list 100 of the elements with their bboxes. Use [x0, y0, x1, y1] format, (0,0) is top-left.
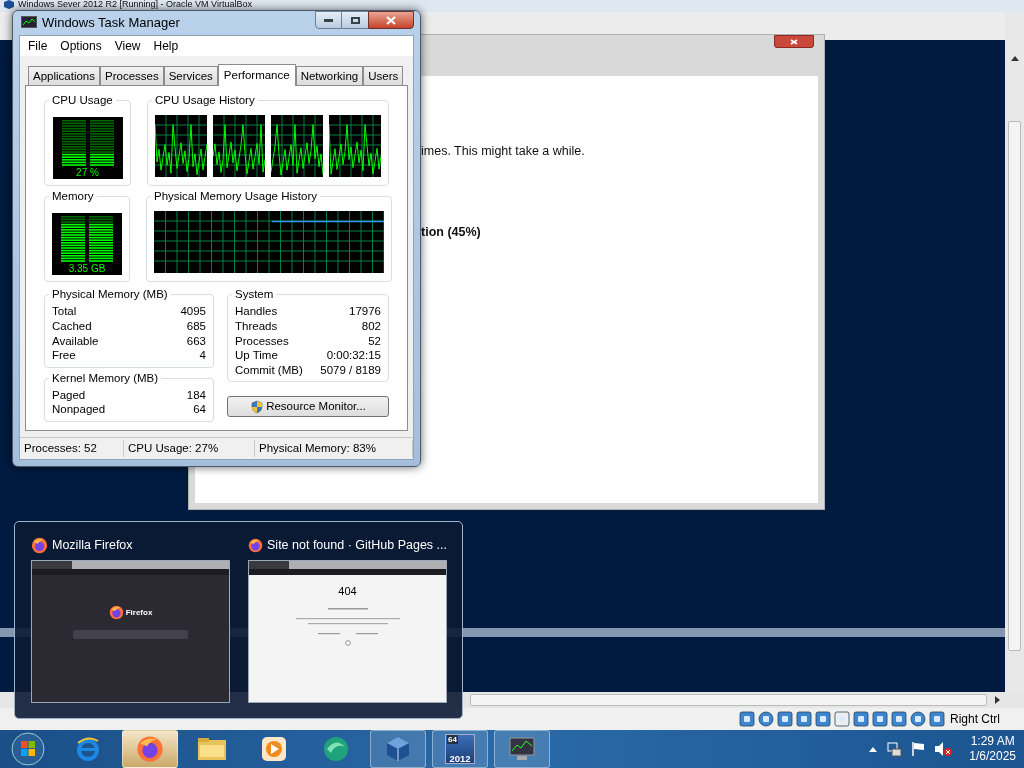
memory-title: Memory [49, 189, 97, 204]
flag-icon[interactable] [911, 741, 926, 757]
device-status-icon[interactable] [834, 711, 850, 727]
swirl-icon [321, 735, 351, 763]
close-button[interactable] [368, 11, 414, 29]
cpu-history-graph [155, 114, 207, 177]
status-text: CPU Usage: 27% [124, 439, 255, 458]
stat-value: 4 [199, 348, 206, 363]
stat-label: Free [52, 348, 76, 363]
stat-value: 64 [193, 402, 206, 417]
host-key-label: Right Ctrl [950, 711, 1000, 728]
taskbar-button[interactable]: 64 2012 [432, 730, 488, 768]
device-status-icon[interactable] [910, 711, 926, 727]
tab[interactable]: Networking [295, 66, 364, 86]
maximize-button[interactable] [342, 11, 368, 29]
close-button[interactable] [774, 35, 814, 48]
tab[interactable]: Applications [28, 66, 100, 86]
speaker-muted-icon[interactable] [934, 741, 953, 757]
stat-label: Nonpaged [52, 402, 106, 417]
virtualbox-icon [4, 0, 14, 9]
show-hidden-icons-icon[interactable] [869, 746, 878, 752]
device-status-icon[interactable] [872, 711, 888, 727]
tab[interactable]: Users [363, 66, 404, 86]
device-status-icon[interactable] [758, 711, 774, 727]
tab[interactable]: Services [163, 66, 218, 86]
cpu-usage-title: CPU Usage [49, 93, 116, 108]
clock-date[interactable]: 1/6/2025 [969, 749, 1016, 764]
resource-monitor-button[interactable]: Resource Monitor... [227, 396, 389, 418]
minimize-button[interactable] [315, 11, 342, 29]
taskbar-button[interactable] [494, 730, 550, 768]
device-status-icon[interactable] [853, 711, 869, 727]
firefox-icon [31, 536, 48, 554]
meter-reading: 3.35 GB [68, 262, 106, 274]
stat-label: Threads [235, 319, 278, 334]
cpu-history-graph [213, 114, 265, 177]
menu-item[interactable]: View [108, 37, 147, 56]
firefox-logo-icon [108, 605, 124, 620]
device-status-icon[interactable] [796, 711, 812, 727]
device-status-icon[interactable] [777, 711, 793, 727]
clock-time[interactable]: 1:29 AM [970, 734, 1015, 749]
menu-item[interactable]: Options [54, 37, 108, 56]
stat-value: 0:00:32:15 [326, 348, 381, 363]
menu-item[interactable]: Help [147, 37, 185, 56]
cpu-history-title: CPU Usage History [152, 93, 258, 108]
dialog-text: imes. This might take a while. [421, 143, 586, 160]
stat-value: 4095 [180, 304, 206, 320]
network-icon[interactable] [886, 741, 903, 757]
memory-history-title: Physical Memory Usage History [151, 189, 320, 204]
firefox-icon [248, 536, 264, 554]
window-preview[interactable]: Firefox [31, 560, 230, 703]
status-text: Physical Memory: 83% [255, 439, 413, 458]
firefox-icon [136, 735, 164, 763]
close-icon [790, 38, 798, 45]
scroll-right-icon [995, 696, 1000, 704]
thumbnail-title: Mozilla Firefox [52, 536, 133, 554]
icon-label: 2012 [449, 754, 471, 763]
stat-label: Total [52, 304, 77, 320]
task-manager-icon [21, 16, 37, 31]
browser-e-icon [74, 735, 102, 763]
taskbar-button[interactable] [370, 730, 426, 768]
stat-label: Commit (MB) [235, 362, 303, 378]
device-status-icon[interactable] [929, 711, 945, 727]
thumbnail-title: Site not found · GitHub Pages ... [267, 536, 447, 554]
play-icon [261, 736, 287, 762]
cpu-history-graph [271, 114, 323, 177]
meter-reading: 27 % [76, 166, 99, 178]
folder-icon [197, 736, 227, 762]
stat-value: 17976 [349, 304, 381, 320]
taskbar-button[interactable] [122, 730, 178, 768]
scroll-up-icon [1010, 56, 1019, 61]
device-status-icon[interactable] [891, 711, 907, 727]
device-status-icon[interactable] [815, 711, 831, 727]
status-text: Processes: 52 [20, 439, 124, 458]
device-status-icon[interactable] [739, 711, 755, 727]
scroll-thumb[interactable] [1008, 121, 1021, 651]
preview-text: 404 [338, 584, 357, 599]
cpu-history-graph [329, 114, 381, 177]
stat-value: 184 [186, 387, 206, 403]
stat-label: Cached [52, 319, 92, 334]
stat-label: Available [52, 333, 99, 349]
stat-label: Processes [235, 333, 289, 349]
stat-value: 52 [368, 333, 381, 349]
scroll-thumb[interactable] [470, 694, 987, 706]
icon-label: 64 [447, 735, 458, 744]
stat-value: 663 [186, 333, 206, 349]
menu-item[interactable]: File [22, 37, 54, 56]
stat-label: Paged [52, 387, 86, 403]
stat-label: Handles [235, 304, 278, 320]
window-preview[interactable]: 404 [248, 560, 447, 703]
tab[interactable]: Processes [100, 66, 164, 86]
vertical-scrollbar[interactable] [1005, 12, 1024, 692]
tab[interactable]: Performance [217, 64, 296, 87]
physical-memory-title: Physical Memory (MB) [49, 287, 171, 302]
cube-icon [384, 735, 412, 763]
close-icon [386, 15, 396, 25]
stat-value: 685 [186, 319, 206, 334]
stat-label: Up Time [235, 348, 278, 363]
window-title: Windows Sever 2012 R2 [Running] - Oracle VM VirtualBox [18, 0, 252, 9]
system-title: System [232, 287, 277, 302]
preview-text: Firefox [125, 606, 153, 619]
